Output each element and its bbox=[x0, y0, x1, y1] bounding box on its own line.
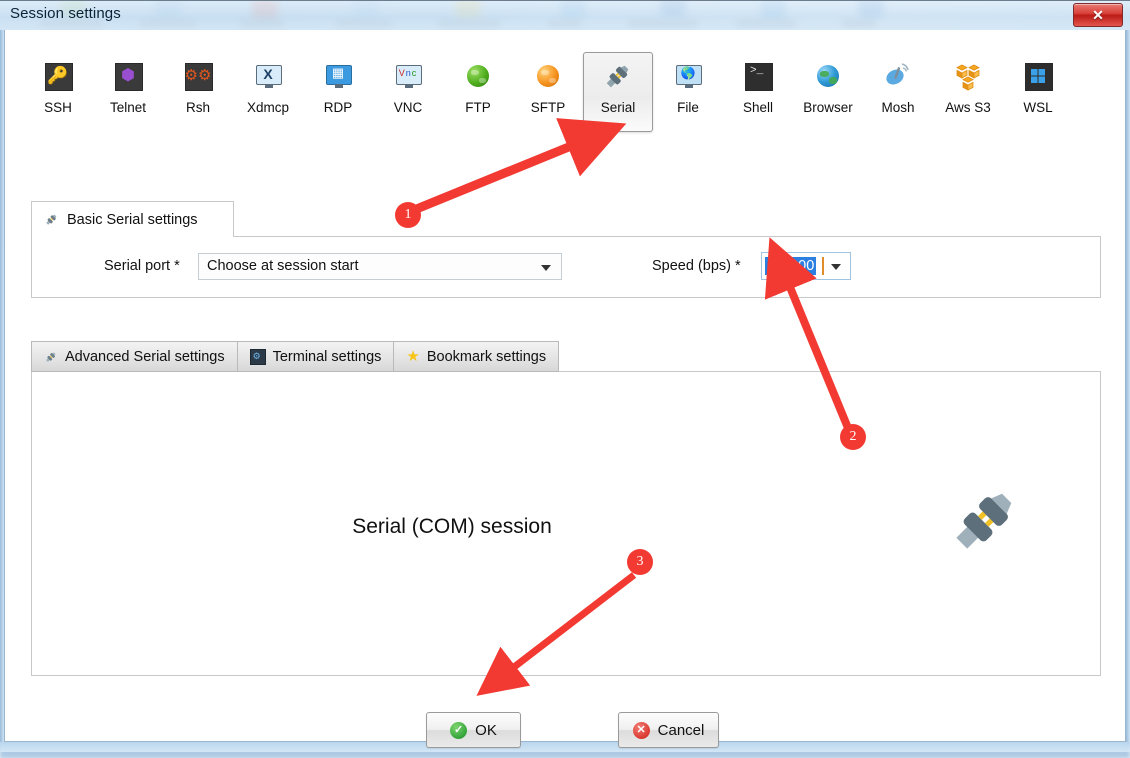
protocol-serial[interactable]: Serial bbox=[583, 52, 653, 132]
session-settings-dialog: Session settings ✕ 🔑 SSH ⬢ Telnet ⚙⚙ Rsh… bbox=[0, 0, 1130, 752]
terminal-prompt-icon: >_ bbox=[742, 60, 774, 92]
protocol-aws-s3[interactable]: Aws S3 bbox=[933, 52, 1003, 130]
key-icon: 🔑 bbox=[42, 60, 74, 92]
basic-settings-panel: Serial port * Choose at session start Sp… bbox=[31, 236, 1101, 298]
tab-bookmark-settings-label: Bookmark settings bbox=[426, 348, 547, 365]
ok-button-label: OK bbox=[475, 721, 497, 739]
protocol-label: Shell bbox=[742, 100, 774, 115]
protocol-shell[interactable]: >_ Shell bbox=[723, 52, 793, 130]
cancel-button[interactable]: ✕ Cancel bbox=[618, 712, 719, 748]
cancel-button-label: Cancel bbox=[657, 721, 705, 739]
lower-tab-strip: Advanced Serial settings ⚙ Terminal sett… bbox=[31, 340, 560, 372]
serial-plug-illustration bbox=[950, 485, 1020, 555]
star-icon: ★ bbox=[406, 348, 420, 365]
protocol-label: FTP bbox=[465, 100, 491, 115]
protocol-label: File bbox=[677, 100, 699, 115]
session-content-panel: Serial (COM) session bbox=[31, 371, 1101, 676]
serial-plug-icon bbox=[46, 352, 56, 362]
protocol-label: SSH bbox=[44, 100, 72, 115]
speed-value: 115200 bbox=[765, 257, 817, 275]
protocol-label: RDP bbox=[323, 100, 353, 115]
check-circle-icon: ✓ bbox=[450, 721, 468, 739]
text-caret bbox=[822, 257, 824, 275]
browser-globe-icon bbox=[812, 60, 844, 92]
chevron-down-icon bbox=[831, 264, 841, 270]
ok-button[interactable]: ✓ OK bbox=[426, 712, 521, 748]
protocol-mosh[interactable]: Mosh bbox=[863, 52, 933, 130]
serial-port-label: Serial port * bbox=[104, 258, 180, 274]
protocol-file[interactable]: 🌎 File bbox=[653, 52, 723, 130]
file-globe-icon: 🌎 bbox=[672, 60, 704, 92]
serial-port-value: Choose at session start bbox=[207, 258, 359, 274]
protocol-vnc[interactable]: Vnc VNC bbox=[373, 52, 443, 130]
protocol-sftp[interactable]: SFTP bbox=[513, 52, 583, 130]
protocol-ssh[interactable]: 🔑 SSH bbox=[23, 52, 93, 130]
gears-icon: ⚙⚙ bbox=[182, 60, 214, 92]
protocol-label: Telnet bbox=[109, 100, 147, 115]
dialog-body: 🔑 SSH ⬢ Telnet ⚙⚙ Rsh X Xdmcp ▦ RDP Vnc … bbox=[4, 30, 1126, 748]
protocol-label: VNC bbox=[393, 100, 423, 115]
tab-basic-serial-settings-label: Basic Serial settings bbox=[67, 211, 198, 228]
cube-icon: ⬢ bbox=[112, 60, 144, 92]
chevron-down-icon bbox=[541, 265, 551, 271]
aws-cubes-icon bbox=[952, 60, 984, 92]
window-titlebar: Session settings ✕ bbox=[0, 0, 1130, 30]
window-title: Session settings bbox=[10, 5, 121, 22]
protocol-wsl[interactable]: WSL bbox=[1003, 52, 1073, 130]
window-frame-bottom bbox=[0, 742, 1130, 752]
protocol-label: Rsh bbox=[185, 100, 210, 115]
protocol-rdp[interactable]: ▦ RDP bbox=[303, 52, 373, 130]
terminal-settings-icon: ⚙ bbox=[249, 348, 266, 365]
satellite-dish-svg bbox=[886, 63, 909, 85]
tab-basic-serial-settings[interactable]: Basic Serial settings bbox=[31, 201, 234, 237]
windows-logo-icon bbox=[1022, 60, 1054, 92]
aws-cubes-svg bbox=[956, 64, 980, 91]
protocol-label: SFTP bbox=[530, 100, 566, 115]
close-icon: ✕ bbox=[1092, 7, 1104, 23]
speed-input[interactable]: 115200 bbox=[761, 252, 851, 280]
protocol-xdmcp[interactable]: X Xdmcp bbox=[233, 52, 303, 130]
serial-plug-illustration-svg bbox=[956, 493, 1012, 549]
protocol-label: Mosh bbox=[881, 100, 915, 115]
tab-terminal-settings[interactable]: ⚙ Terminal settings bbox=[236, 341, 395, 372]
green-globe-icon bbox=[462, 60, 494, 92]
close-button[interactable]: ✕ bbox=[1073, 3, 1123, 27]
x-circle-icon: ✕ bbox=[632, 721, 650, 739]
x-window-icon: X bbox=[252, 60, 284, 92]
protocol-rsh[interactable]: ⚙⚙ Rsh bbox=[163, 52, 233, 130]
protocol-toolbar: 🔑 SSH ⬢ Telnet ⚙⚙ Rsh X Xdmcp ▦ RDP Vnc … bbox=[23, 52, 1103, 132]
serial-plug-svg bbox=[606, 65, 629, 88]
session-type-title: Serial (COM) session bbox=[352, 515, 552, 538]
protocol-label: WSL bbox=[1023, 100, 1053, 115]
tab-terminal-settings-label: Terminal settings bbox=[272, 348, 382, 365]
protocol-browser[interactable]: Browser bbox=[793, 52, 863, 130]
serial-plug-icon bbox=[46, 214, 57, 225]
protocol-telnet[interactable]: ⬢ Telnet bbox=[93, 52, 163, 130]
protocol-label: Browser bbox=[803, 100, 853, 115]
tab-advanced-serial-settings[interactable]: Advanced Serial settings bbox=[31, 341, 238, 372]
serial-plug-icon bbox=[602, 60, 634, 92]
orange-globe-icon bbox=[532, 60, 564, 92]
protocol-label: Aws S3 bbox=[945, 100, 991, 115]
serial-port-select[interactable]: Choose at session start bbox=[198, 253, 562, 280]
vnc-monitor-icon: Vnc bbox=[392, 60, 424, 92]
windows-monitor-icon: ▦ bbox=[322, 60, 354, 92]
window-frame-right bbox=[1126, 30, 1130, 752]
speed-label: Speed (bps) * bbox=[652, 258, 741, 274]
satellite-dish-icon bbox=[882, 60, 914, 92]
protocol-label: Serial bbox=[600, 100, 636, 115]
tab-advanced-serial-settings-label: Advanced Serial settings bbox=[65, 348, 225, 365]
protocol-label: Xdmcp bbox=[246, 100, 290, 115]
protocol-ftp[interactable]: FTP bbox=[443, 52, 513, 130]
tab-bookmark-settings[interactable]: ★ Bookmark settings bbox=[393, 341, 560, 372]
